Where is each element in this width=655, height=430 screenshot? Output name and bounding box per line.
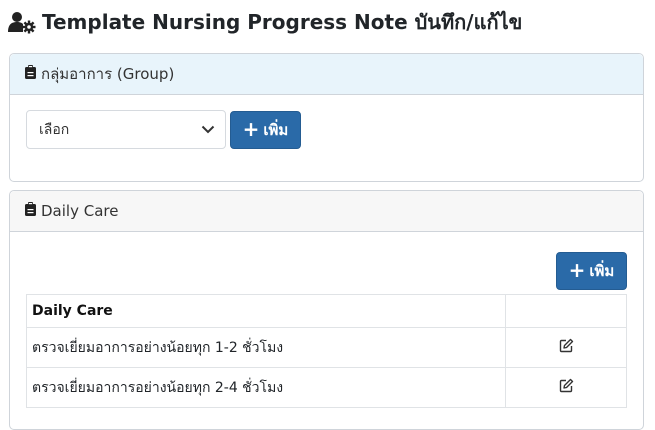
group-select[interactable]: เลือก	[26, 110, 226, 149]
plus-icon: +	[242, 117, 260, 141]
row-actions	[505, 367, 627, 408]
daily-care-card-title: Daily Care	[41, 202, 119, 220]
daily-care-card: Daily Care + เพิ่ม Daily Care ตรวจเยี่ยม…	[9, 190, 644, 430]
add-group-button-label: เพิ่ม	[263, 121, 289, 139]
table-header-row: Daily Care	[26, 294, 627, 328]
group-card-title: กลุ่มอาการ (Group)	[41, 65, 175, 83]
column-header-actions	[505, 294, 627, 328]
daily-care-table: Daily Care ตรวจเยี่ยมอาการอย่างน้อยทุก 1…	[26, 294, 627, 408]
group-card-header: กลุ่มอาการ (Group)	[10, 54, 643, 95]
clipboard-icon	[25, 65, 36, 83]
row-text: ตรวจเยี่ยมอาการอย่างน้อยทุก 1-2 ชั่วโมง	[26, 327, 506, 368]
clipboard-icon	[25, 202, 36, 220]
table-row: ตรวจเยี่ยมอาการอย่างน้อยทุก 1-2 ชั่วโมง	[26, 327, 627, 368]
page-title: Template Nursing Progress Note บันทึก/แก…	[8, 8, 522, 36]
plus-icon: +	[568, 258, 586, 282]
edit-icon[interactable]	[559, 378, 574, 397]
row-actions	[505, 327, 627, 368]
column-header-daily-care: Daily Care	[26, 294, 506, 328]
user-gear-icon	[8, 10, 36, 34]
add-daily-care-button-label: เพิ่ม	[589, 262, 615, 280]
add-daily-care-button[interactable]: + เพิ่ม	[556, 252, 627, 290]
row-text: ตรวจเยี่ยมอาการอย่างน้อยทุก 2-4 ชั่วโมง	[26, 367, 506, 408]
daily-care-card-header: Daily Care	[10, 191, 643, 232]
page-title-text: Template Nursing Progress Note บันทึก/แก…	[42, 10, 523, 34]
group-select-value: เลือก	[39, 121, 70, 138]
add-group-button[interactable]: + เพิ่ม	[230, 111, 301, 149]
group-card: กลุ่มอาการ (Group) เลือก + เพิ่ม	[9, 53, 644, 182]
table-row: ตรวจเยี่ยมอาการอย่างน้อยทุก 2-4 ชั่วโมง	[26, 367, 627, 408]
chevron-down-icon	[201, 122, 215, 138]
edit-icon[interactable]	[559, 338, 574, 357]
